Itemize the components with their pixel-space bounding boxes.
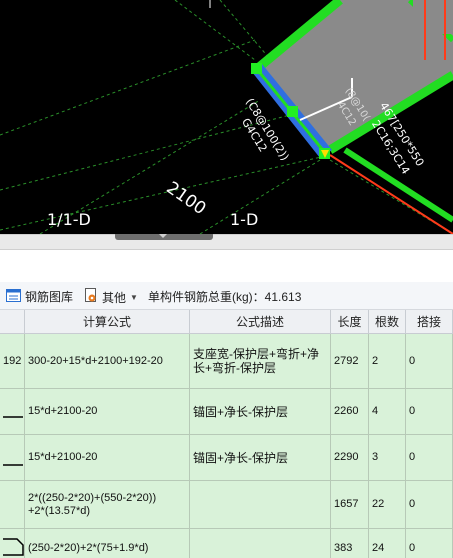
lap-cell[interactable]: 0 bbox=[406, 529, 453, 558]
length-cell[interactable]: 2290 bbox=[331, 435, 369, 481]
row-lead-cell bbox=[0, 435, 25, 481]
rebar-table: 计算公式 公式描述 长度 根数 搭接 192 300-20+15*d+2100+… bbox=[0, 310, 453, 558]
grip-point[interactable] bbox=[287, 106, 298, 117]
lap-cell[interactable]: 0 bbox=[406, 389, 453, 435]
grip-point[interactable] bbox=[251, 63, 262, 74]
cad-viewport[interactable]: 2100 1/1-D 1-D (C8@100(2)) G4C12 467[250… bbox=[0, 0, 453, 234]
total-weight-text: 单构件钢筋总重(kg)：41.613 bbox=[148, 290, 302, 304]
chevron-down-icon bbox=[159, 234, 167, 238]
other-menu-label: 其他 bbox=[102, 290, 127, 305]
description-cell[interactable] bbox=[190, 529, 331, 558]
stirrup-shape-icon bbox=[3, 537, 24, 556]
length-cell[interactable]: 1657 bbox=[331, 481, 369, 529]
length-cell[interactable]: 2260 bbox=[331, 389, 369, 435]
library-icon bbox=[6, 288, 21, 305]
column-header-lap[interactable]: 搭接 bbox=[406, 310, 453, 334]
description-cell[interactable]: 支座宽-保护层+弯折+净 长+弯折-保护层 bbox=[190, 334, 331, 389]
count-cell[interactable]: 24 bbox=[369, 529, 406, 558]
formula-cell[interactable]: 2*((250-2*20)+(550-2*20)) +2*(13.57*d) bbox=[25, 481, 190, 529]
formula-cell[interactable]: 15*d+2100-20 bbox=[25, 435, 190, 481]
column-body bbox=[413, 0, 453, 34]
column-header-count[interactable]: 根数 bbox=[369, 310, 406, 334]
rebar-library-label: 钢筋图库 bbox=[25, 290, 74, 304]
description-cell[interactable] bbox=[190, 481, 331, 529]
column-header-length[interactable]: 长度 bbox=[331, 310, 369, 334]
lap-cell[interactable]: 0 bbox=[406, 481, 453, 529]
length-cell[interactable]: 383 bbox=[331, 529, 369, 558]
count-cell[interactable]: 3 bbox=[369, 435, 406, 481]
panel-splitter[interactable] bbox=[0, 234, 453, 250]
formula-cell[interactable]: (250-2*20)+2*(75+1.9*d) bbox=[25, 529, 190, 558]
description-cell[interactable]: 锚固+净长-保护层 bbox=[190, 435, 331, 481]
row-header-corner bbox=[0, 310, 25, 334]
rebar-line bbox=[329, 154, 453, 234]
rebar-shape-icon bbox=[3, 415, 23, 418]
formula-cell[interactable]: 300-20+15*d+2100+192-20 bbox=[25, 334, 190, 389]
formula-cell[interactable]: 15*d+2100-20 bbox=[25, 389, 190, 435]
grid-line bbox=[174, 0, 256, 61]
row-lead-cell bbox=[0, 389, 25, 435]
rebar-toolbar: 钢筋图库 其他 ▼ 单构件钢筋总重(kg)：41.613 bbox=[0, 282, 453, 310]
rebar-library-button[interactable]: 钢筋图库 bbox=[6, 288, 73, 305]
row-lead-cell: 192 bbox=[0, 334, 25, 389]
other-menu-button[interactable]: 其他 ▼ bbox=[84, 288, 138, 306]
dropdown-arrow-icon: ▼ bbox=[130, 292, 138, 302]
axis-label-right: 1-D bbox=[230, 210, 259, 229]
length-cell[interactable]: 2792 bbox=[331, 334, 369, 389]
row-lead-cell bbox=[0, 481, 25, 529]
count-cell[interactable]: 2 bbox=[369, 334, 406, 389]
column-header-description[interactable]: 公式描述 bbox=[190, 310, 331, 334]
lap-cell[interactable]: 0 bbox=[406, 435, 453, 481]
document-gear-icon bbox=[84, 288, 98, 306]
column-header-formula[interactable]: 计算公式 bbox=[25, 310, 190, 334]
lap-cell[interactable]: 0 bbox=[406, 334, 453, 389]
axis-label-left: 1/1-D bbox=[47, 210, 91, 229]
count-cell[interactable]: 22 bbox=[369, 481, 406, 529]
panel-spacer bbox=[0, 250, 453, 282]
row-lead-cell bbox=[0, 529, 25, 558]
rebar-shape-icon bbox=[3, 463, 23, 466]
description-cell[interactable]: 锚固+净长-保护层 bbox=[190, 389, 331, 435]
count-cell[interactable]: 4 bbox=[369, 389, 406, 435]
grid-line bbox=[0, 39, 256, 136]
